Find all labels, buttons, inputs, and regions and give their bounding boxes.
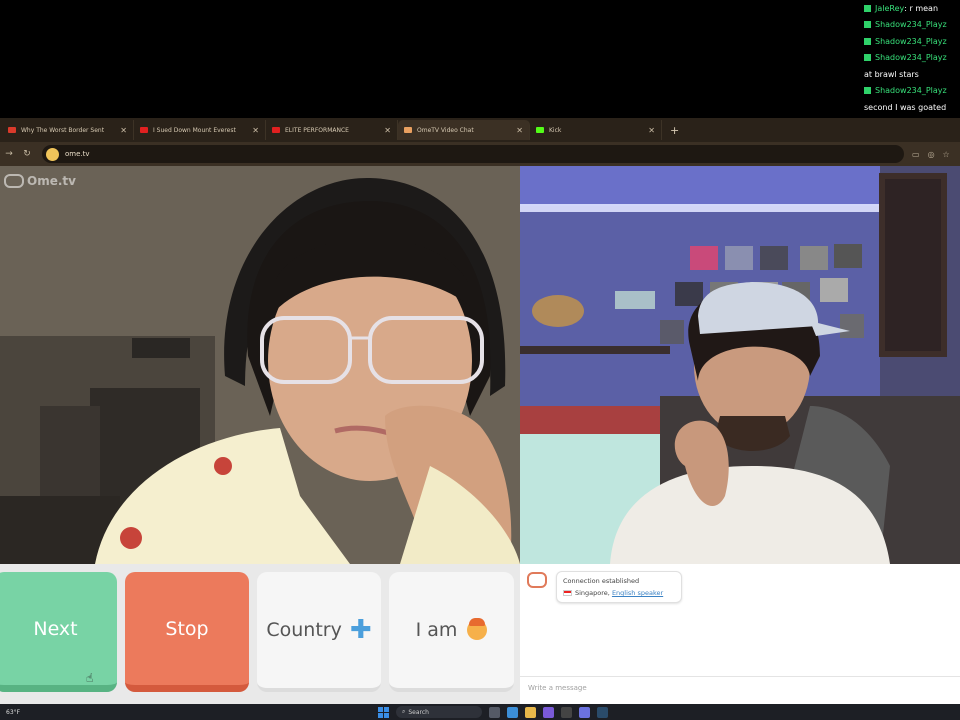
- taskbar: 63°F ⌕ Search: [0, 704, 960, 720]
- next-button[interactable]: Next: [0, 572, 117, 692]
- browser-tab[interactable]: Why The Worst Border Sent ✕: [2, 120, 134, 140]
- taskbar-search[interactable]: ⌕ Search: [396, 706, 482, 718]
- plus-icon: ✚: [349, 615, 372, 645]
- stream-chat-line: JaleRey: r mean: [864, 0, 960, 17]
- close-icon[interactable]: ✕: [648, 126, 655, 135]
- weather-widget[interactable]: 63°F: [6, 709, 20, 716]
- eye-slash-icon[interactable]: ◎: [928, 150, 935, 159]
- stream-chat-line: second I was goated: [864, 99, 960, 115]
- new-tab-button[interactable]: +: [670, 124, 679, 137]
- star-icon[interactable]: ☆: [943, 150, 950, 159]
- tab-title: Why The Worst Border Sent: [21, 126, 105, 134]
- browser-tab-bar: Why The Worst Border Sent ✕ I Sued Down …: [0, 118, 960, 142]
- self-video: [520, 166, 960, 564]
- search-icon: ⌕: [402, 708, 406, 715]
- stop-button[interactable]: Stop: [125, 572, 249, 692]
- tab-title: I Sued Down Mount Everest: [153, 126, 236, 134]
- screen: JaleRey: r mean Shadow234_Playz Shadow23…: [0, 0, 960, 720]
- stream-chat-line: Shadow234_Playz: [864, 33, 960, 50]
- youtube-icon: [140, 127, 148, 133]
- connection-status: Connection established: [563, 577, 640, 585]
- windows-start-icon[interactable]: [378, 706, 389, 718]
- chat-username: Shadow234_Playz: [875, 86, 947, 96]
- reload-icon[interactable]: ↻: [18, 149, 36, 159]
- tab-favicon-icon: [8, 127, 16, 133]
- browser-tab[interactable]: I Sued Down Mount Everest ✕: [134, 120, 266, 140]
- stranger-video-feed: [0, 166, 520, 564]
- iam-label: I am: [415, 619, 458, 641]
- system-message: Connection established Singapore, Englis…: [556, 571, 682, 603]
- stranger-video: Ome.tv: [0, 166, 520, 564]
- cast-icon[interactable]: ▭: [912, 150, 920, 159]
- file-explorer-icon[interactable]: [525, 706, 536, 718]
- chat-message: : r mean: [904, 3, 939, 13]
- chat-badge-icon: [864, 4, 871, 12]
- close-icon[interactable]: ✕: [252, 126, 259, 135]
- ometv-logo-icon: [4, 174, 24, 188]
- ometv-avatar-icon: [527, 572, 547, 588]
- obs-app-icon[interactable]: [561, 706, 572, 718]
- ometv-icon: [404, 127, 412, 133]
- youtube-icon: [272, 127, 280, 133]
- browser-address-bar: → ↻ ome.tv ▭ ◎ ☆: [0, 142, 960, 166]
- steam-app-icon[interactable]: [597, 706, 608, 718]
- tab-title: Kick: [549, 126, 562, 134]
- country-name: Singapore: [575, 589, 608, 597]
- stop-label: Stop: [165, 617, 209, 640]
- chat-username: Shadow234_Playz: [875, 36, 947, 46]
- chat-username: JaleRey: [875, 3, 905, 13]
- chat-badge-icon: [864, 87, 871, 95]
- browser-tab[interactable]: ELITE PERFORMANCE ✕: [266, 120, 398, 140]
- close-icon[interactable]: ✕: [384, 126, 391, 135]
- chat-message: at brawl stars: [864, 69, 919, 79]
- address-bar-actions: ▭ ◎ ☆: [912, 150, 950, 159]
- mouse-cursor-icon: ☝: [86, 671, 94, 685]
- singapore-flag-icon: [563, 590, 572, 596]
- chat-username: Shadow234_Playz: [875, 20, 947, 30]
- url-field[interactable]: ome.tv: [42, 145, 904, 163]
- watermark-text: Ome.tv: [27, 174, 76, 188]
- chat-badge-icon: [864, 21, 871, 29]
- country-label: Country: [266, 619, 342, 641]
- message-input-placeholder: Write a message: [528, 683, 587, 692]
- boy-face-icon: [467, 618, 488, 640]
- gender-button[interactable]: I am: [389, 572, 514, 692]
- url-text: ome.tv: [65, 150, 90, 158]
- taskbar-apps: ⌕ Search: [378, 706, 608, 718]
- search-label: Search: [408, 708, 429, 716]
- language-link[interactable]: English speaker: [612, 589, 663, 597]
- self-video-feed: [520, 166, 960, 564]
- chat-username: Shadow234_Playz: [875, 53, 947, 63]
- chat-badge-icon: [864, 54, 871, 62]
- site-info-icon[interactable]: [46, 147, 59, 161]
- stream-chat-line: Shadow234_Playz: [864, 83, 960, 100]
- chat-panel: Connection established Singapore, Englis…: [520, 564, 960, 704]
- close-icon[interactable]: ✕: [120, 126, 127, 135]
- ometv-watermark: Ome.tv: [4, 174, 76, 188]
- stream-chat-line: Shadow234_Playz: [864, 17, 960, 34]
- country-line: Singapore, English speaker: [563, 587, 675, 599]
- browser-app-icon[interactable]: [507, 706, 518, 718]
- forward-arrow-icon[interactable]: →: [0, 149, 18, 159]
- tab-title: OmeTV Video Chat: [417, 126, 474, 134]
- next-label: Next: [33, 617, 78, 640]
- tab-title: ELITE PERFORMANCE: [285, 126, 349, 134]
- store-app-icon[interactable]: [543, 706, 554, 718]
- browser-tab-active[interactable]: OmeTV Video Chat ✕: [398, 120, 530, 140]
- discord-app-icon[interactable]: [579, 706, 590, 718]
- kick-icon: [536, 127, 544, 133]
- stream-chat-line: Shadow234_Playz: [864, 50, 960, 67]
- message-input[interactable]: Write a message: [520, 676, 960, 698]
- close-icon[interactable]: ✕: [516, 126, 523, 135]
- chat-badge-icon: [864, 37, 871, 45]
- stream-chat-overlay: JaleRey: r mean Shadow234_Playz Shadow23…: [864, 0, 960, 115]
- browser-tab[interactable]: Kick ✕: [530, 120, 662, 140]
- task-view-icon[interactable]: [489, 706, 500, 718]
- controls-panel: Next Stop Country ✚ I am ☝: [0, 564, 520, 704]
- chat-message: second I was goated: [864, 102, 947, 112]
- stream-chat-line: at brawl stars: [864, 66, 960, 83]
- country-button[interactable]: Country ✚: [257, 572, 381, 692]
